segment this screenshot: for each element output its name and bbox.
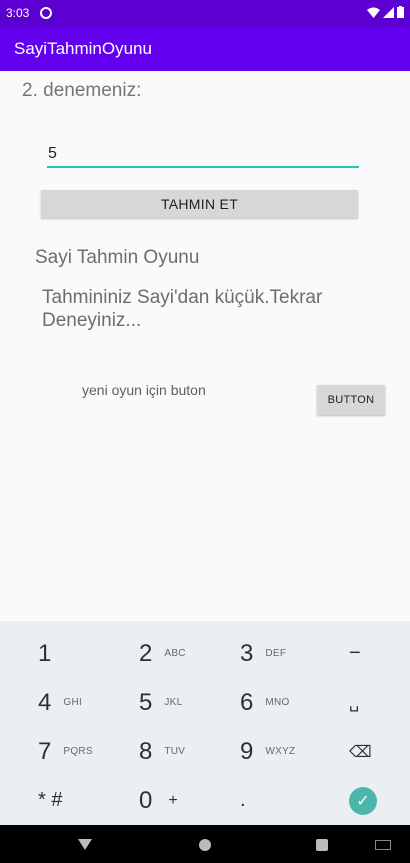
symbols-key[interactable]: * #	[38, 776, 138, 825]
key-letters: JKL	[164, 697, 183, 708]
key-label: 4	[38, 688, 52, 716]
navigation-bar	[0, 825, 410, 863]
key-label: −	[349, 642, 361, 664]
key-label: 8	[139, 737, 153, 765]
key-letters: WXYZ	[265, 746, 296, 757]
key-7[interactable]: 7 PQRS	[38, 727, 138, 776]
key-letters: ABC	[164, 648, 186, 659]
recents-icon[interactable]	[316, 839, 328, 851]
key-label: 3	[240, 639, 254, 667]
key-4[interactable]: 4 GHI	[38, 678, 138, 727]
new-game-label: yeni oyun için buton	[82, 382, 206, 398]
key-letters: +	[168, 791, 179, 809]
key-2[interactable]: 2 ABC	[139, 629, 239, 678]
done-icon[interactable]: ✓	[349, 776, 410, 825]
key-0[interactable]: 0 +	[139, 776, 239, 825]
key-letters: TUV	[164, 746, 186, 757]
status-bar: 3:03	[0, 0, 410, 28]
key-6[interactable]: 6 MNO	[240, 678, 340, 727]
key-5[interactable]: 5 JKL	[139, 678, 239, 727]
key-letters: DEF	[265, 648, 287, 659]
backspace-icon[interactable]: ⌫	[349, 727, 410, 776]
key-8[interactable]: 8 TUV	[139, 727, 239, 776]
space-key[interactable]: ␣	[349, 678, 410, 727]
notification-icon	[40, 7, 52, 19]
game-title: Sayi Tahmin Oyunu	[35, 247, 200, 268]
numeric-keyboard: 1 2 ABC 3 DEF − 4 GHI 5 JKL 6 MNO ␣ 7 PQRS 8 TUV 9 WXYZ ⌫ * …	[0, 621, 410, 825]
new-game-button[interactable]: BUTTON	[317, 385, 385, 415]
guess-button[interactable]: TAHMIN ET	[41, 190, 358, 218]
key-label: * #	[38, 789, 63, 811]
key-label: 0	[139, 786, 153, 814]
attempt-label: 2. denemeniz:	[22, 80, 142, 101]
key-label: 9	[240, 737, 254, 765]
key-label: 7	[38, 737, 52, 765]
key-letters: MNO	[265, 697, 290, 708]
key-label: 1	[38, 639, 52, 667]
status-icons	[367, 6, 404, 18]
app-title: SayiTahminOyunu	[14, 39, 152, 58]
key-letters: GHI	[63, 697, 83, 708]
back-icon[interactable]	[78, 839, 92, 850]
done-icon: ✓	[349, 786, 377, 815]
key-3[interactable]: 3 DEF	[240, 629, 340, 678]
result-message: Tahmininiz Sayi'dan küçük.Tekrar Deneyin…	[42, 287, 323, 331]
key-label: 5	[139, 688, 153, 716]
key-.[interactable]: .	[240, 776, 340, 825]
keyboard-switch-icon[interactable]	[375, 840, 391, 850]
key-label: ⌫	[349, 743, 372, 761]
status-time: 3:03	[6, 6, 30, 20]
key-label: .	[240, 789, 246, 811]
app-bar: SayiTahminOyunu	[0, 28, 410, 71]
signal-icon	[383, 6, 394, 18]
key-label: ␣	[349, 694, 360, 712]
key-9[interactable]: 9 WXYZ	[240, 727, 340, 776]
key-label: 2	[139, 639, 153, 667]
battery-icon	[397, 6, 404, 18]
key-letters: PQRS	[63, 746, 93, 757]
key-1[interactable]: 1	[38, 629, 138, 678]
wifi-icon	[367, 7, 380, 18]
home-icon[interactable]	[199, 839, 211, 851]
minus-key[interactable]: −	[349, 629, 410, 678]
guess-input[interactable]	[47, 142, 359, 168]
key-label: 6	[240, 688, 254, 716]
